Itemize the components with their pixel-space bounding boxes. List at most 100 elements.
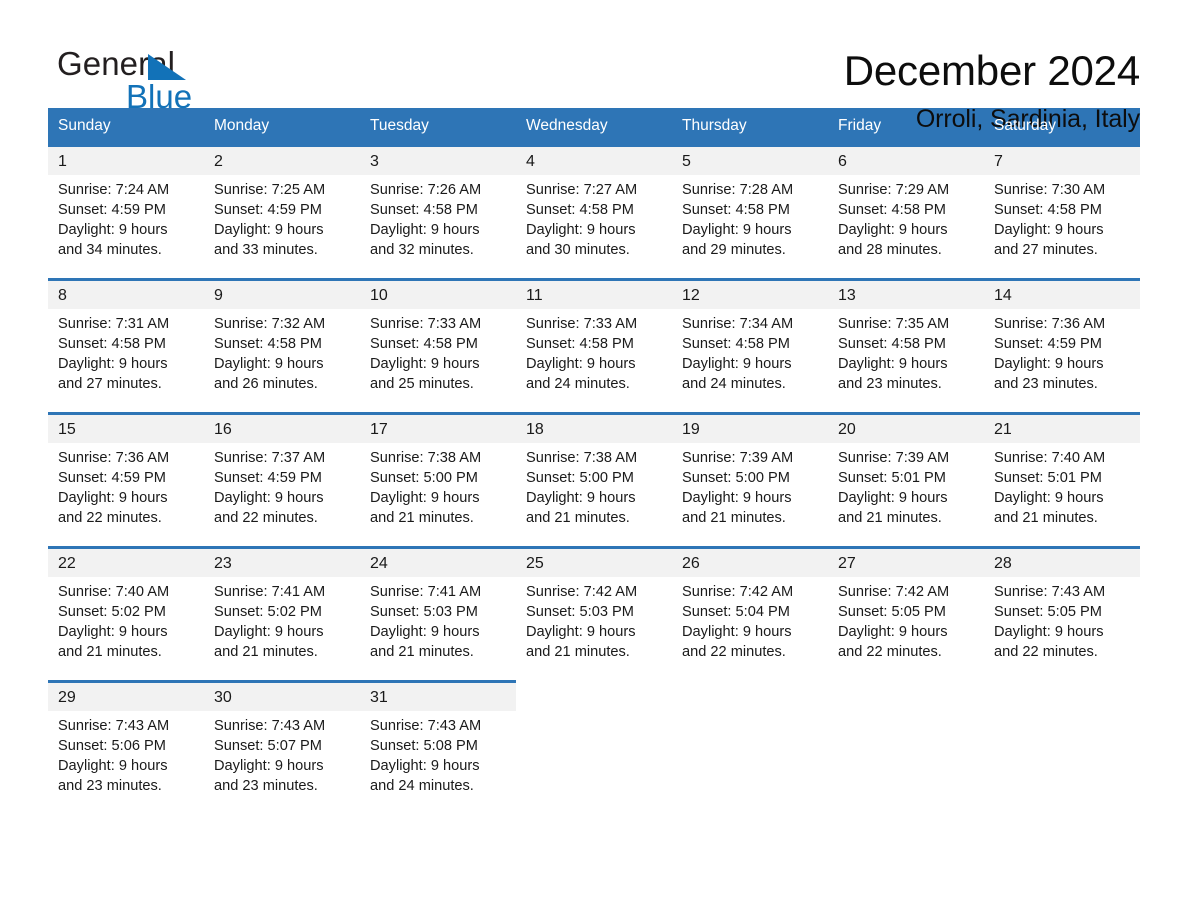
sunset-text: Sunset: 5:02 PM	[214, 604, 322, 620]
day-cell-empty	[516, 680, 672, 711]
week-1-info-row: Sunrise: 7:24 AM Sunset: 4:59 PM Dayligh…	[48, 175, 1140, 264]
sunrise-text: Sunrise: 7:42 AM	[526, 584, 638, 600]
day-cell-number[interactable]: 23	[204, 546, 360, 577]
title-block: December 2024 Orroli, Sardinia, Italy	[844, 44, 1140, 136]
sunset-text: Sunset: 4:58 PM	[838, 336, 946, 352]
day-cell-number[interactable]: 7	[984, 144, 1140, 175]
day-cell-info: Sunrise: 7:26 AM Sunset: 4:58 PM Dayligh…	[360, 175, 516, 264]
day-cell-number[interactable]: 13	[828, 278, 984, 309]
day-cell-number[interactable]: 11	[516, 278, 672, 309]
sunrise-text: Sunrise: 7:32 AM	[214, 316, 326, 332]
daylight-text-line1: Daylight: 9 hours	[526, 490, 636, 506]
day-cell-number[interactable]: 4	[516, 144, 672, 175]
week-5-info-row: Sunrise: 7:43 AM Sunset: 5:06 PM Dayligh…	[48, 711, 1140, 800]
day-cell-number[interactable]: 6	[828, 144, 984, 175]
sunrise-text: Sunrise: 7:25 AM	[214, 182, 326, 198]
day-cell-number[interactable]: 3	[360, 144, 516, 175]
sunset-text: Sunset: 5:08 PM	[370, 738, 478, 754]
sunset-text: Sunset: 4:58 PM	[994, 202, 1102, 218]
sunset-text: Sunset: 5:01 PM	[994, 470, 1102, 486]
sunrise-text: Sunrise: 7:38 AM	[370, 450, 482, 466]
day-cell-info: Sunrise: 7:27 AM Sunset: 4:58 PM Dayligh…	[516, 175, 672, 264]
day-cell-number[interactable]: 22	[48, 546, 204, 577]
sunrise-text: Sunrise: 7:33 AM	[526, 316, 638, 332]
daylight-text-line1: Daylight: 9 hours	[214, 490, 324, 506]
day-cell-number[interactable]: 24	[360, 546, 516, 577]
sunset-text: Sunset: 4:58 PM	[370, 336, 478, 352]
day-cell-info: Sunrise: 7:36 AM Sunset: 4:59 PM Dayligh…	[984, 309, 1140, 398]
day-cell-number[interactable]: 18	[516, 412, 672, 443]
day-cell-info: Sunrise: 7:43 AM Sunset: 5:08 PM Dayligh…	[360, 711, 516, 800]
day-cell-info: Sunrise: 7:28 AM Sunset: 4:58 PM Dayligh…	[672, 175, 828, 264]
daylight-text-line2: and 22 minutes.	[838, 644, 942, 660]
sunrise-text: Sunrise: 7:37 AM	[214, 450, 326, 466]
sunrise-text: Sunrise: 7:42 AM	[682, 584, 794, 600]
day-cell-number[interactable]: 15	[48, 412, 204, 443]
daylight-text-line2: and 29 minutes.	[682, 242, 786, 258]
sunrise-text: Sunrise: 7:36 AM	[58, 450, 170, 466]
day-cell-info: Sunrise: 7:43 AM Sunset: 5:05 PM Dayligh…	[984, 577, 1140, 666]
day-cell-info: Sunrise: 7:33 AM Sunset: 4:58 PM Dayligh…	[360, 309, 516, 398]
daylight-text-line1: Daylight: 9 hours	[58, 758, 168, 774]
day-cell-number[interactable]: 21	[984, 412, 1140, 443]
sunset-text: Sunset: 4:59 PM	[214, 202, 322, 218]
day-cell-number[interactable]: 26	[672, 546, 828, 577]
day-cell-info: Sunrise: 7:41 AM Sunset: 5:03 PM Dayligh…	[360, 577, 516, 666]
daylight-text-line1: Daylight: 9 hours	[370, 356, 480, 372]
weekday-header-thursday: Thursday	[672, 108, 828, 146]
day-cell-number[interactable]: 14	[984, 278, 1140, 309]
day-cell-empty	[672, 680, 828, 711]
day-cell-info: Sunrise: 7:41 AM Sunset: 5:02 PM Dayligh…	[204, 577, 360, 666]
day-cell-number[interactable]: 27	[828, 546, 984, 577]
sunset-text: Sunset: 5:00 PM	[682, 470, 790, 486]
day-cell-info: Sunrise: 7:38 AM Sunset: 5:00 PM Dayligh…	[360, 443, 516, 532]
daylight-text-line1: Daylight: 9 hours	[682, 624, 792, 640]
day-cell-number[interactable]: 17	[360, 412, 516, 443]
day-cell-info: Sunrise: 7:43 AM Sunset: 5:07 PM Dayligh…	[204, 711, 360, 800]
day-cell-number[interactable]: 10	[360, 278, 516, 309]
daylight-text-line1: Daylight: 9 hours	[682, 222, 792, 238]
week-spacer	[48, 398, 1140, 414]
daylight-text-line1: Daylight: 9 hours	[526, 624, 636, 640]
day-cell-info: Sunrise: 7:36 AM Sunset: 4:59 PM Dayligh…	[48, 443, 204, 532]
day-cell-info: Sunrise: 7:34 AM Sunset: 4:58 PM Dayligh…	[672, 309, 828, 398]
sunrise-text: Sunrise: 7:43 AM	[370, 718, 482, 734]
day-cell-number[interactable]: 9	[204, 278, 360, 309]
daylight-text-line2: and 21 minutes.	[526, 510, 630, 526]
day-cell-info: Sunrise: 7:42 AM Sunset: 5:03 PM Dayligh…	[516, 577, 672, 666]
day-cell-number[interactable]: 20	[828, 412, 984, 443]
day-cell-number[interactable]: 8	[48, 278, 204, 309]
daylight-text-line2: and 21 minutes.	[838, 510, 942, 526]
daylight-text-line2: and 27 minutes.	[58, 376, 162, 392]
day-cell-number[interactable]: 12	[672, 278, 828, 309]
weekday-header-wednesday: Wednesday	[516, 108, 672, 146]
sunset-text: Sunset: 4:58 PM	[526, 336, 634, 352]
sunset-text: Sunset: 5:05 PM	[838, 604, 946, 620]
day-cell-number[interactable]: 30	[204, 680, 360, 711]
day-cell-number[interactable]: 28	[984, 546, 1140, 577]
daylight-text-line1: Daylight: 9 hours	[838, 490, 948, 506]
daylight-text-line2: and 24 minutes.	[370, 778, 474, 794]
daylight-text-line1: Daylight: 9 hours	[682, 356, 792, 372]
daylight-text-line2: and 33 minutes.	[214, 242, 318, 258]
day-cell-number[interactable]: 1	[48, 144, 204, 175]
week-5-daynum-row: 29 30 31	[48, 680, 1140, 711]
sunrise-text: Sunrise: 7:43 AM	[214, 718, 326, 734]
sunset-text: Sunset: 5:01 PM	[838, 470, 946, 486]
day-cell-info: Sunrise: 7:42 AM Sunset: 5:04 PM Dayligh…	[672, 577, 828, 666]
day-cell-empty	[984, 711, 1140, 800]
day-cell-number[interactable]: 5	[672, 144, 828, 175]
daylight-text-line2: and 21 minutes.	[682, 510, 786, 526]
week-3-daynum-row: 15 16 17 18 19 20 21	[48, 412, 1140, 443]
daylight-text-line1: Daylight: 9 hours	[994, 624, 1104, 640]
day-cell-number[interactable]: 31	[360, 680, 516, 711]
daylight-text-line1: Daylight: 9 hours	[526, 222, 636, 238]
day-cell-number[interactable]: 16	[204, 412, 360, 443]
day-cell-number[interactable]: 2	[204, 144, 360, 175]
day-cell-number[interactable]: 19	[672, 412, 828, 443]
day-cell-number[interactable]: 25	[516, 546, 672, 577]
daylight-text-line1: Daylight: 9 hours	[838, 356, 948, 372]
sunrise-text: Sunrise: 7:34 AM	[682, 316, 794, 332]
day-cell-number[interactable]: 29	[48, 680, 204, 711]
daylight-text-line2: and 23 minutes.	[58, 778, 162, 794]
